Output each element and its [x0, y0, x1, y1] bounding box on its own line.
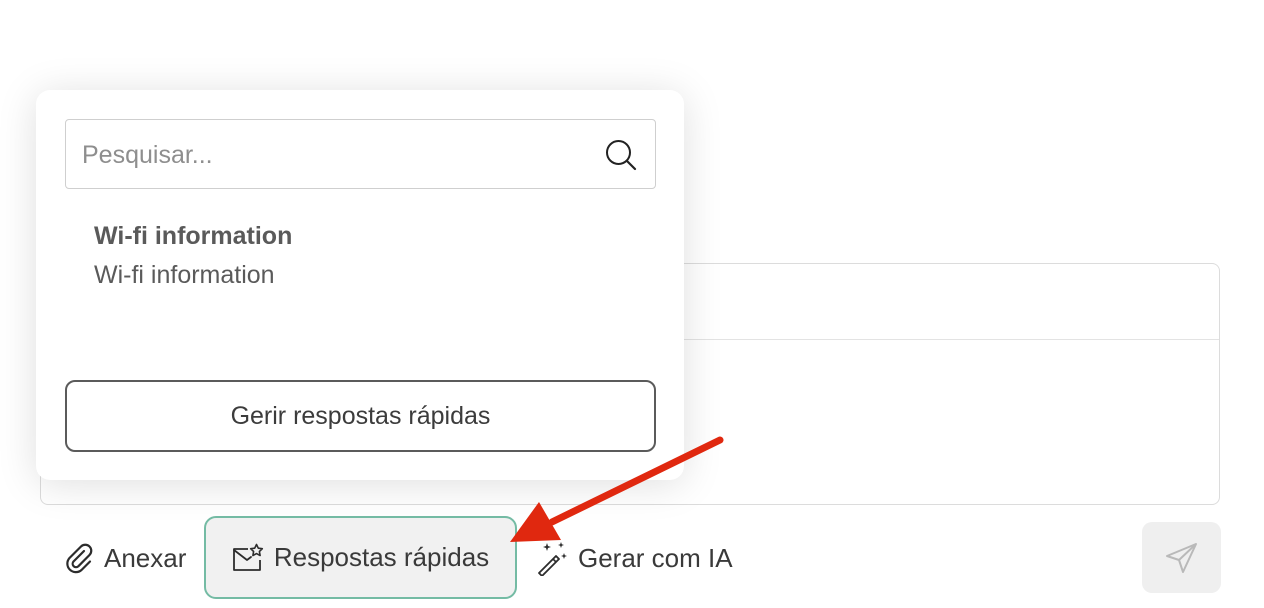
attach-button[interactable]: Anexar	[64, 538, 186, 578]
search-field[interactable]	[65, 119, 656, 190]
paperclip-icon	[66, 543, 93, 574]
quick-reply-title: Wi-fi information	[94, 222, 293, 250]
manage-quick-replies-button[interactable]: Gerir respostas rápidas	[65, 380, 656, 452]
search-input[interactable]	[80, 120, 584, 190]
quick-replies-button[interactable]: Respostas rápidas	[204, 516, 517, 599]
generate-ai-label: Gerar com IA	[578, 542, 733, 573]
page: Wi-fi information Wi-fi information Geri…	[0, 0, 1264, 608]
quick-reply-item[interactable]: Wi-fi information Wi-fi information	[94, 220, 634, 292]
attach-label: Anexar	[104, 542, 187, 573]
quick-reply-preview: Wi-fi information	[94, 261, 275, 289]
search-icon[interactable]	[604, 138, 638, 172]
magic-wand-icon	[538, 542, 567, 576]
generate-ai-button[interactable]: Gerar com IA	[534, 538, 733, 578]
quick-replies-popover: Wi-fi information Wi-fi information Geri…	[36, 90, 684, 480]
send-button[interactable]	[1142, 522, 1221, 593]
paper-plane-icon	[1165, 542, 1197, 573]
envelope-star-icon	[232, 543, 263, 571]
quick-replies-label: Respostas rápidas	[273, 542, 490, 572]
